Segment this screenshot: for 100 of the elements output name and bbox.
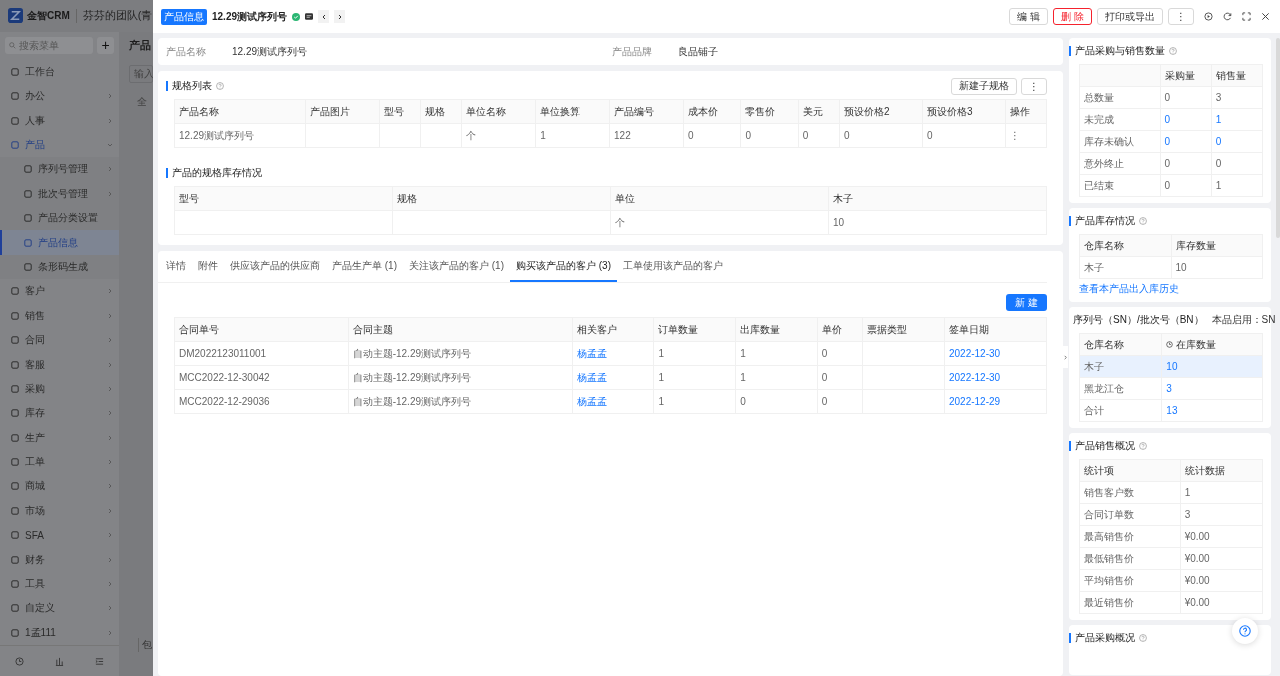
tab[interactable]: 关注该产品的客户 (1)	[403, 251, 510, 282]
menu-item[interactable]: 客户	[0, 279, 119, 304]
menu-item[interactable]: 生产	[0, 425, 119, 450]
toolbar-button[interactable]: 新建子规格	[951, 77, 1017, 95]
menu-item[interactable]: 商城	[0, 474, 119, 499]
section-title: 产品采购与销售数量	[1075, 44, 1165, 58]
tab[interactable]: 供应该产品的供应商	[224, 251, 326, 282]
action-button[interactable]: 编 辑	[1009, 8, 1049, 25]
link[interactable]: 0	[1164, 136, 1171, 147]
link[interactable]: 杨孟孟	[576, 395, 607, 407]
column-header: 规格	[392, 186, 611, 211]
field-value: 良品铺子	[678, 44, 718, 59]
table-cell: 0	[683, 123, 741, 148]
new-button[interactable]: 新 建	[1006, 294, 1047, 311]
chevron-icon	[107, 117, 113, 124]
field-label: 产品名称	[166, 44, 206, 59]
menu-item[interactable]: 自定义	[0, 596, 119, 621]
menu-item[interactable]: 市场	[0, 498, 119, 524]
toolbar-button[interactable]: ⋮	[1021, 77, 1047, 95]
collapse-handle[interactable]	[1062, 346, 1068, 368]
menu-item[interactable]: SFA	[0, 523, 119, 548]
link[interactable]: 杨孟孟	[576, 371, 607, 383]
tab[interactable]: 附件	[192, 251, 224, 282]
chevron-icon	[107, 166, 113, 173]
square-icon	[11, 458, 19, 467]
column-header: 仓库名称	[1079, 333, 1162, 356]
table-cell: 12.29测试序列号	[174, 123, 306, 148]
chevron-icon	[107, 532, 113, 539]
row-label: 未完成	[1079, 108, 1160, 131]
link[interactable]: 0	[1215, 136, 1222, 147]
column-header: 单位换算	[535, 99, 610, 124]
fullscreen-icon[interactable]	[1242, 12, 1251, 21]
menu-item[interactable]: 序列号管理	[0, 157, 119, 182]
enabled-label: 本品启用：SN	[1211, 313, 1277, 327]
column-header: 型号	[174, 186, 393, 211]
tab[interactable]: 工单使用该产品的客户	[617, 251, 729, 282]
chevron-icon	[107, 459, 113, 466]
chevron-icon	[107, 434, 113, 441]
action-button[interactable]: 删 除	[1053, 8, 1092, 25]
bar-chart-icon[interactable]	[55, 656, 64, 666]
add-button[interactable]: +	[97, 36, 114, 54]
menu-item[interactable]: 批次号管理	[0, 181, 119, 206]
tab[interactable]: 详情	[160, 251, 192, 282]
menu-item[interactable]: 办公	[0, 84, 119, 109]
action-button[interactable]: ⋮	[1168, 8, 1194, 25]
next-button[interactable]	[334, 10, 346, 23]
team-name[interactable]: 芬芬的团队(青	[80, 8, 153, 24]
menu-item[interactable]: 产品信息	[0, 230, 119, 255]
chevron-icon	[107, 190, 113, 197]
table-cell: 3	[1180, 503, 1263, 526]
link[interactable]: 1	[1215, 114, 1222, 125]
row-label: 意外终止	[1079, 152, 1160, 175]
link[interactable]: 0	[1164, 114, 1171, 125]
history-link[interactable]: 查看本产品出入库历史	[1079, 282, 1263, 296]
square-icon	[11, 628, 19, 637]
previous-button[interactable]	[318, 10, 330, 23]
table-cell: 销售客户数	[1079, 481, 1181, 504]
menu-item[interactable]: 客服	[0, 352, 119, 377]
column-header: 统计项	[1079, 459, 1181, 482]
menu-item[interactable]: 产品分类设置	[0, 205, 119, 231]
tab[interactable]: 产品生产单 (1)	[326, 251, 403, 282]
menu-item[interactable]: 产品	[0, 132, 119, 158]
menu-item[interactable]: 条形码生成	[0, 254, 119, 280]
field-label: 产品品牌	[612, 44, 652, 59]
row-label: 已结束	[1079, 174, 1160, 197]
menu-item[interactable]: 财务	[0, 547, 119, 572]
table-cell: 1	[740, 372, 746, 383]
link[interactable]: 10	[1166, 361, 1178, 372]
menu-item[interactable]: 销售	[0, 303, 119, 328]
table-cell: 自动主题-12.29测试序列号	[352, 371, 471, 383]
menu-item[interactable]: 合同	[0, 327, 119, 353]
column-header: 合同单号	[174, 317, 349, 342]
menu-item[interactable]: 工作台	[0, 59, 119, 84]
section-title: 产品采购概况	[1075, 631, 1135, 645]
column-header: 美元	[798, 99, 840, 124]
page-tag: 产品信息	[161, 8, 207, 25]
menu-item[interactable]: 1孟111	[0, 620, 119, 645]
clock-icon[interactable]	[15, 656, 25, 666]
menu-item[interactable]: 工具	[0, 571, 119, 597]
link[interactable]: 杨孟孟	[576, 347, 607, 359]
chevron-icon	[107, 142, 113, 148]
tab[interactable]: 购买该产品的客户 (3)	[510, 251, 617, 282]
column-header: 签单日期	[944, 317, 1047, 342]
link[interactable]: 3	[1166, 383, 1172, 394]
link[interactable]: 13	[1166, 405, 1178, 416]
refresh-icon[interactable]	[1223, 12, 1232, 21]
play-circle-icon[interactable]	[1204, 12, 1213, 21]
page-title: 产品	[129, 37, 152, 53]
table-cell: 1	[535, 123, 610, 148]
menu-item[interactable]: 库存	[0, 401, 119, 426]
menu-item[interactable]: 采购	[0, 376, 119, 402]
close-icon[interactable]	[1261, 12, 1270, 21]
table-cell: 0	[1164, 158, 1171, 169]
table-cell: 0	[1164, 92, 1171, 103]
checkbox-label[interactable]: 包	[129, 638, 153, 652]
action-button[interactable]: 打印或导出	[1097, 8, 1163, 25]
menu-item[interactable]: 人事	[0, 108, 119, 133]
table-cell: 自动主题-12.29测试序列号	[352, 347, 471, 359]
list-indent-icon[interactable]	[94, 656, 104, 666]
menu-item[interactable]: 工单	[0, 449, 119, 475]
